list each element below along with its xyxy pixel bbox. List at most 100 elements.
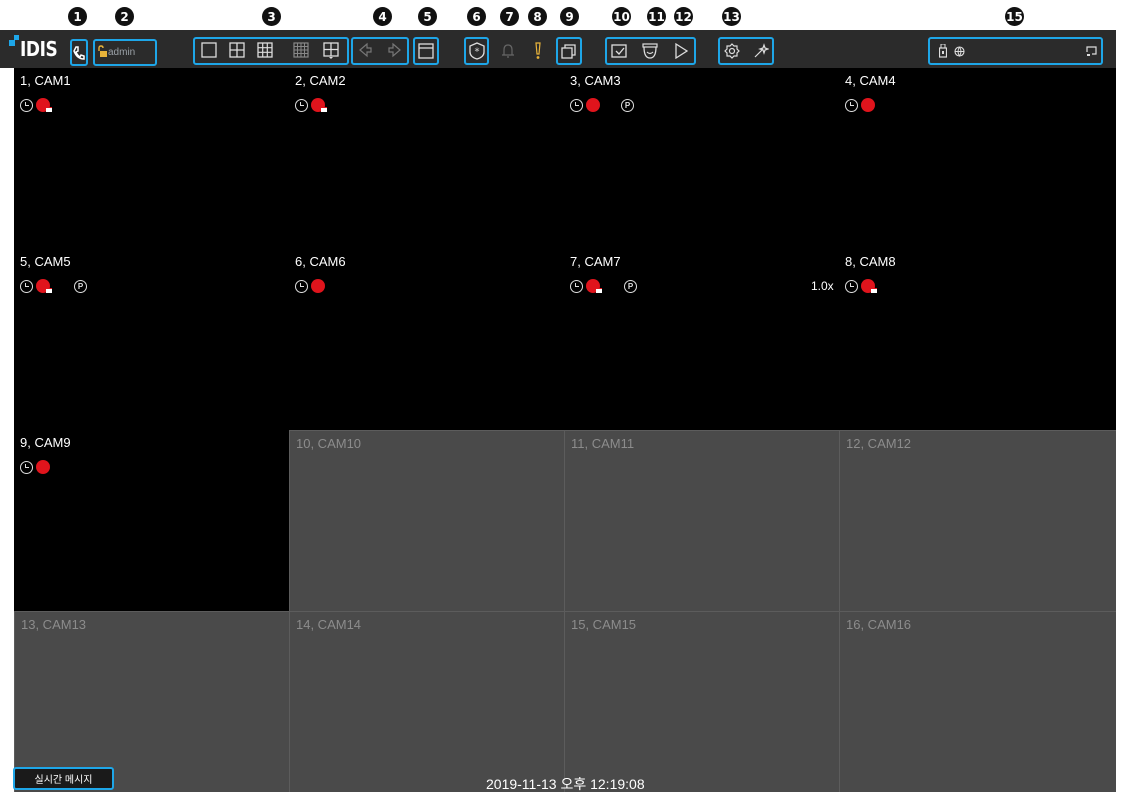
layout-9-icon[interactable] <box>256 41 274 59</box>
callout-11: 11 <box>647 7 666 26</box>
window-icon <box>417 42 435 60</box>
camera-tile-6[interactable]: 6, CAM6 <box>289 249 564 430</box>
logo: IDIS <box>20 37 58 61</box>
camera-label: 3, CAM3 <box>570 73 621 88</box>
camera-status <box>295 98 327 112</box>
screen-output-icon[interactable] <box>1085 45 1097 57</box>
camera-status <box>570 279 602 293</box>
schedule-icon <box>295 279 308 293</box>
schedule-icon <box>20 279 33 293</box>
play-icon[interactable] <box>671 41 691 61</box>
camera-tile-14[interactable]: 14, CAM14 <box>289 611 564 792</box>
screen-check-icon[interactable] <box>609 41 629 61</box>
camera-tile-7[interactable]: 7, CAM7 P <box>564 249 839 430</box>
camera-label: 11, CAM11 <box>571 436 635 451</box>
network-globe-icon[interactable] <box>953 45 965 57</box>
recording-icon <box>861 98 875 112</box>
logo-mark-accent <box>14 35 19 40</box>
schedule-icon <box>845 279 858 293</box>
event-recording-icon <box>861 279 877 293</box>
camera-label: 9, CAM9 <box>20 435 71 450</box>
camera-status <box>570 98 600 112</box>
callout-1: 1 <box>68 7 87 26</box>
callout-2: 2 <box>115 7 134 26</box>
callout-13: 13 <box>722 7 741 26</box>
wand-icon[interactable] <box>751 41 771 61</box>
ptz-icon: P <box>621 99 634 112</box>
callout-8: 8 <box>528 7 547 26</box>
callout-10: 10 <box>612 7 631 26</box>
camera-tile-11[interactable]: 11, CAM11 <box>564 430 839 611</box>
schedule-icon <box>20 98 33 112</box>
current-datetime: 2019-11-13 오후 12:19:08 <box>486 776 645 792</box>
callout-7: 7 <box>500 7 519 26</box>
camera-tile-2[interactable]: 2, CAM2 <box>289 68 564 249</box>
camera-status <box>295 279 325 293</box>
callout-4: 4 <box>373 7 392 26</box>
layout-4-icon[interactable] <box>228 41 246 59</box>
callout-12: 12 <box>674 7 693 26</box>
callout-5: 5 <box>418 7 437 26</box>
schedule-icon <box>570 279 583 293</box>
ptz-icon: P <box>624 280 637 293</box>
camera-grid: 1, CAM1 2, CAM2 3, CAM3 P 4, CAM4 5, CAM… <box>14 68 1116 792</box>
camera-tile-8[interactable]: 8, CAM8 1.0x <box>811 249 1116 430</box>
camera-tile-16[interactable]: 16, CAM16 <box>839 611 1116 792</box>
camera-label: 16, CAM16 <box>846 617 912 632</box>
gear-icon[interactable] <box>722 41 742 61</box>
recording-icon <box>586 98 600 112</box>
alarm-bell-icon[interactable] <box>499 41 517 61</box>
camera-tile-12[interactable]: 12, CAM12 <box>839 430 1116 611</box>
recording-icon <box>311 279 325 293</box>
camera-tile-10[interactable]: 10, CAM10 <box>289 430 564 611</box>
ptz-icon: P <box>74 280 87 293</box>
camera-status <box>20 98 52 112</box>
camera-label: 2, CAM2 <box>295 73 346 88</box>
schedule-icon <box>295 98 308 112</box>
camera-label: 1, CAM1 <box>20 73 71 88</box>
svg-text:*: * <box>474 47 479 58</box>
camera-label: 12, CAM12 <box>846 436 912 451</box>
previous-page-icon[interactable] <box>356 41 374 59</box>
camera-label: 4, CAM4 <box>845 73 896 88</box>
callout-9: 9 <box>560 7 579 26</box>
phone-icon <box>70 39 88 66</box>
layout-1-icon[interactable] <box>200 41 218 59</box>
usb-icon[interactable] <box>938 43 948 59</box>
shield-star-icon: * <box>467 41 486 61</box>
dome-camera-icon[interactable] <box>640 41 660 61</box>
camera-label: 6, CAM6 <box>295 254 346 269</box>
next-page-icon[interactable] <box>386 41 404 59</box>
zoom-level: 1.0x <box>811 279 834 293</box>
camera-label: 10, CAM10 <box>296 436 362 451</box>
camera-status <box>20 279 52 293</box>
camera-tile-13[interactable]: 13, CAM13 <box>14 611 289 792</box>
camera-tile-4[interactable]: 4, CAM4 <box>839 68 1116 249</box>
camera-tile-9[interactable]: 9, CAM9 <box>14 430 289 611</box>
camera-status <box>845 279 877 293</box>
camera-status <box>20 460 50 474</box>
camera-tile-5[interactable]: 5, CAM5 P <box>14 249 289 430</box>
camera-label: 13, CAM13 <box>21 617 87 632</box>
callout-3: 3 <box>262 7 281 26</box>
schedule-icon <box>570 98 583 112</box>
camera-tile-15[interactable]: 15, CAM15 <box>564 611 839 792</box>
camera-tile-3[interactable]: 3, CAM3 P <box>564 68 839 249</box>
event-recording-icon <box>36 98 52 112</box>
event-recording-icon <box>311 98 327 112</box>
schedule-icon <box>20 460 33 474</box>
logo-mark <box>9 40 15 46</box>
camera-label: 14, CAM14 <box>296 617 362 632</box>
layout-more-icon[interactable] <box>322 41 340 61</box>
camera-label: 15, CAM15 <box>571 617 637 632</box>
event-recording-icon <box>36 279 52 293</box>
layout-16-icon[interactable] <box>292 41 310 59</box>
camera-label: 5, CAM5 <box>20 254 71 269</box>
camera-tile-1[interactable]: 1, CAM1 <box>14 68 289 249</box>
callout-15: 15 <box>1005 7 1024 26</box>
callout-6: 6 <box>467 7 486 26</box>
lock-icon <box>97 44 107 58</box>
alert-icon[interactable] <box>531 40 545 62</box>
layers-icon <box>559 41 579 61</box>
live-message-button[interactable]: 실시간 메시지 <box>13 767 114 790</box>
